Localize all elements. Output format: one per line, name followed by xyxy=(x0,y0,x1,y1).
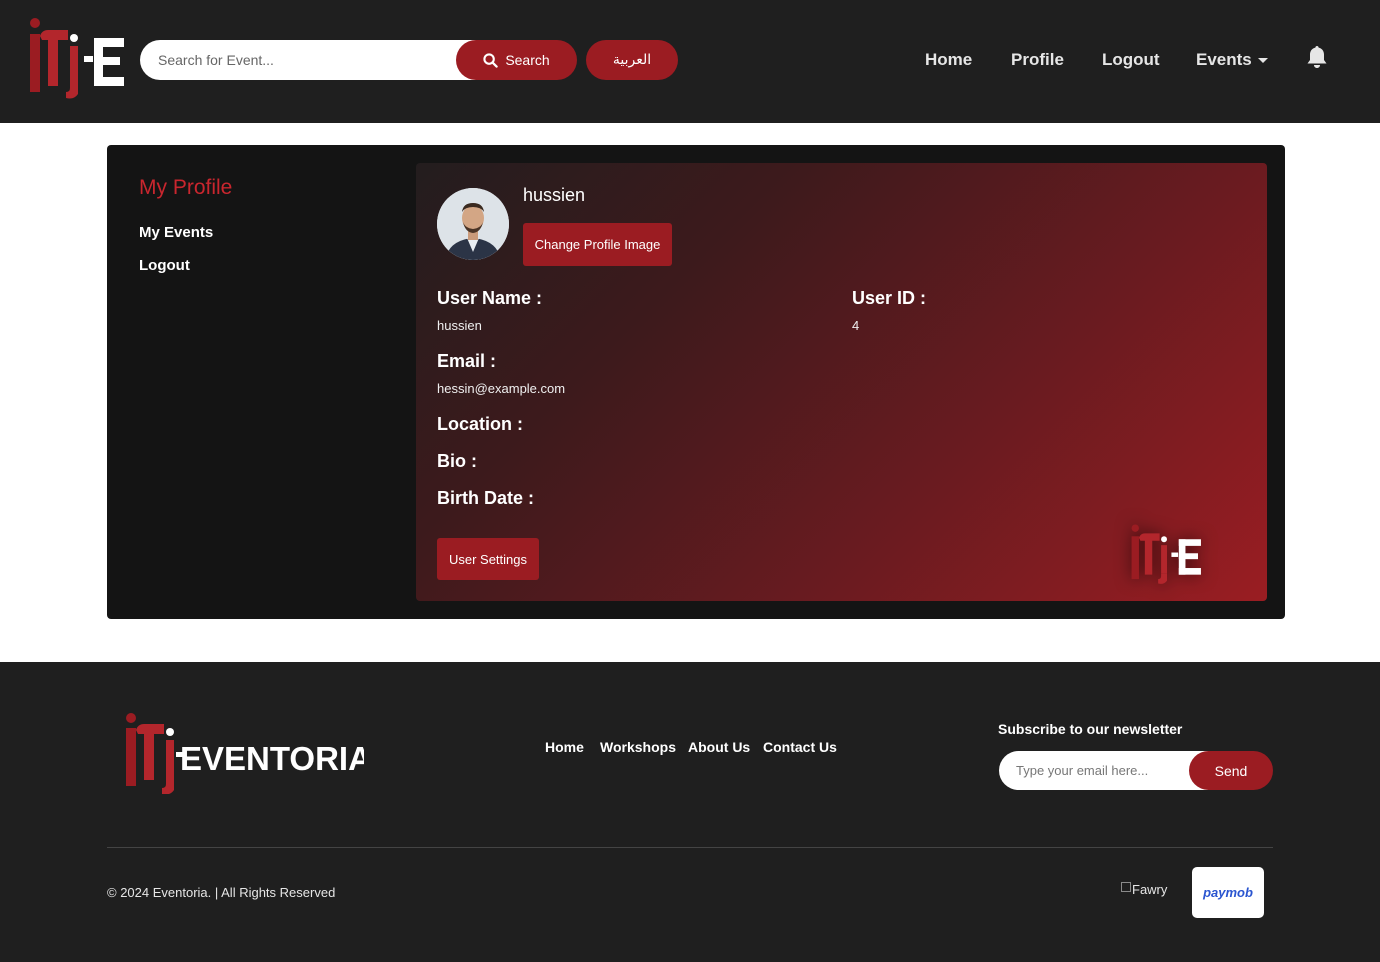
change-profile-image-button[interactable]: Change Profile Image xyxy=(523,223,672,266)
footer-nav-contact-us[interactable]: Contact Us xyxy=(763,739,837,755)
svg-text:EVENTORIA: EVENTORIA xyxy=(180,740,364,777)
search-button[interactable]: Search xyxy=(456,40,577,80)
newsletter-title: Subscribe to our newsletter xyxy=(998,721,1183,737)
paymob-text: paymob xyxy=(1203,885,1253,900)
profile-display-name: hussien xyxy=(523,185,586,205)
user-settings-button[interactable]: User Settings xyxy=(437,538,539,580)
sidebar-title: My Profile xyxy=(139,176,233,199)
broken-image-icon xyxy=(1121,881,1131,892)
user-name-label: User Name : xyxy=(437,288,543,308)
location-label: Location : xyxy=(437,414,523,434)
nav-logout[interactable]: Logout xyxy=(1102,47,1160,73)
profile-card: My Profile My Events Logout hussien Chan… xyxy=(107,145,1285,619)
avatar xyxy=(437,188,509,260)
bio-label: Bio : xyxy=(437,451,477,471)
search-bar: Search xyxy=(140,40,577,80)
nav-home[interactable]: Home xyxy=(925,47,972,73)
footer-divider xyxy=(107,847,1273,848)
profile-details-panel: hussien Change Profile Image User Name :… xyxy=(416,163,1267,601)
newsletter-send-button[interactable]: Send xyxy=(1189,751,1273,790)
footer: EVENTORIA Home Workshops About Us Contac… xyxy=(0,662,1380,962)
footer-nav-about-us[interactable]: About Us xyxy=(688,739,750,755)
user-name-value: hussien xyxy=(437,318,482,333)
nav-profile[interactable]: Profile xyxy=(1011,47,1064,73)
caret-down-icon xyxy=(1257,58,1268,64)
eventoria-logo[interactable]: EVENTORIA xyxy=(124,712,364,794)
copyright-text: © 2024 Eventoria. | All Rights Reserved xyxy=(107,885,336,900)
nav-events-label: Events xyxy=(1196,50,1252,69)
fawry-logo: Fawry xyxy=(1121,881,1168,897)
iti-logo-watermark xyxy=(1131,524,1201,584)
paymob-logo: paymob xyxy=(1192,867,1264,918)
email-label: Email : xyxy=(437,351,497,371)
search-input[interactable] xyxy=(140,40,480,80)
footer-nav-workshops[interactable]: Workshops xyxy=(600,739,676,755)
search-icon xyxy=(483,52,499,68)
footer-nav-home[interactable]: Home xyxy=(545,739,584,755)
navbar: Search العربية Home Profile Logout Event… xyxy=(0,0,1380,123)
language-toggle-button[interactable]: العربية xyxy=(586,40,678,80)
user-id-value: 4 xyxy=(852,318,860,333)
sidebar-item-my-events[interactable]: My Events xyxy=(139,224,213,241)
iti-logo[interactable] xyxy=(28,16,128,100)
user-id-label: User ID : xyxy=(852,288,927,308)
fawry-alt-text: Fawry xyxy=(1132,882,1168,897)
bell-icon[interactable] xyxy=(1306,45,1328,69)
newsletter-email-input[interactable] xyxy=(999,751,1209,790)
search-button-label: Search xyxy=(505,52,550,68)
birth-date-label: Birth Date : xyxy=(437,488,535,508)
sidebar-item-logout[interactable]: Logout xyxy=(139,257,190,274)
nav-events-dropdown[interactable]: Events xyxy=(1196,47,1268,73)
email-value: hessin@example.com xyxy=(437,381,566,396)
